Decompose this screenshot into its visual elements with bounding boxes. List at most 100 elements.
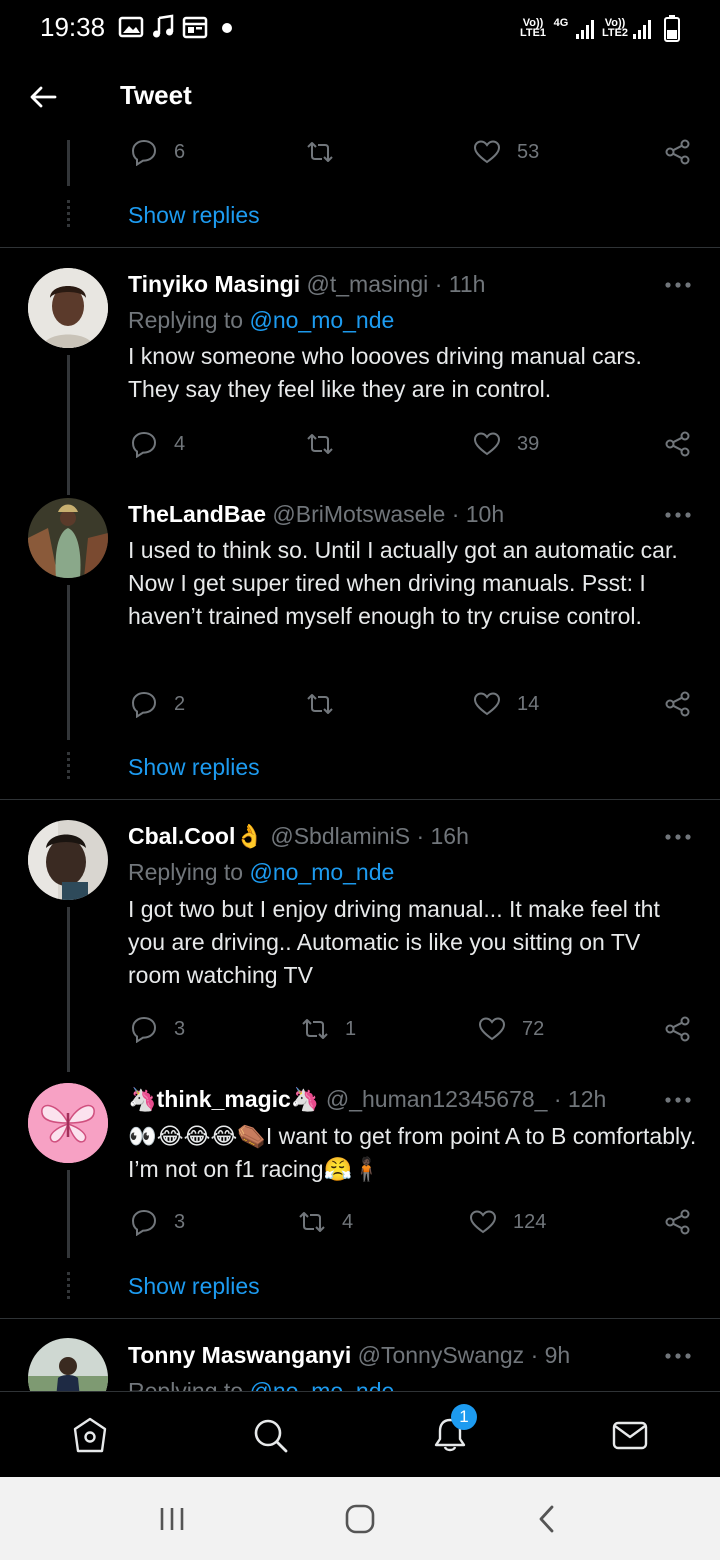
header	[0, 56, 720, 136]
like-count: 14	[517, 692, 540, 715]
mention-link[interactable]: @no_mo_nde	[249, 307, 394, 333]
reply-icon	[131, 691, 157, 718]
like-count: 72	[522, 1017, 545, 1040]
heart-icon	[473, 432, 501, 456]
tweet-header: 🦄think_magic🦄 @_human12345678_ · 12h	[128, 1086, 606, 1113]
thread-line	[67, 1170, 70, 1258]
reply-count: 6	[174, 140, 186, 163]
like-count: 39	[517, 432, 540, 455]
retweet-button[interactable]	[306, 689, 350, 719]
replying-to: Replying to @no_mo_nde	[128, 859, 394, 886]
author-name[interactable]: Tinyiko Masingi	[128, 271, 300, 297]
thread-line	[67, 140, 70, 186]
heart-icon	[478, 1017, 506, 1041]
thread-dots	[67, 200, 70, 230]
author-name[interactable]: Cbal.Cool👌	[128, 823, 264, 849]
reply-button[interactable]: 6	[130, 137, 185, 167]
divider	[0, 247, 720, 248]
author-handle[interactable]: @BriMotswasele	[272, 501, 445, 527]
author-name[interactable]: TheLandBae	[128, 501, 266, 527]
author-handle[interactable]: @_human12345678_	[326, 1086, 548, 1112]
like-button[interactable]: 39	[473, 429, 539, 459]
retweet-icon	[299, 1212, 325, 1232]
show-replies-link[interactable]: Show replies	[128, 202, 260, 229]
reply-button[interactable]: 3	[130, 1207, 185, 1237]
author-name[interactable]: Tonny Maswanganyi	[128, 1342, 351, 1368]
like-count: 124	[513, 1210, 547, 1233]
retweet-button[interactable]	[306, 429, 350, 459]
share-button[interactable]	[664, 689, 692, 719]
show-replies-link[interactable]: Show replies	[128, 754, 260, 781]
show-replies-link[interactable]: Show replies	[128, 1273, 260, 1300]
author-handle[interactable]: @SbdlaminiS	[270, 823, 410, 849]
retweet-button[interactable]: 1	[301, 1014, 356, 1044]
sim1-label: Vo)) LTE1	[519, 17, 547, 39]
reply-icon	[131, 1209, 157, 1236]
author-handle[interactable]: @TonnySwangz	[358, 1342, 525, 1368]
reply-button[interactable]: 4	[130, 429, 185, 459]
page-title: Tweet	[120, 80, 192, 110]
share-button[interactable]	[664, 429, 692, 459]
like-button[interactable]: 53	[473, 137, 539, 167]
messages-envelope-icon[interactable]	[611, 1416, 649, 1454]
reply-icon	[131, 1016, 157, 1043]
avatar[interactable]	[28, 1083, 108, 1163]
retweet-button[interactable]: 4	[298, 1207, 353, 1237]
share-icon	[665, 1016, 690, 1042]
tweet-text: I used to think so. Until I actually got…	[128, 537, 678, 629]
share-button[interactable]	[664, 1207, 692, 1237]
like-button[interactable]: 14	[473, 689, 539, 719]
more-options-icon[interactable]	[664, 1095, 692, 1105]
share-icon	[665, 431, 690, 457]
tweet-time: · 16h	[416, 823, 469, 849]
back-button-icon[interactable]	[532, 1503, 564, 1535]
more-options-icon[interactable]	[664, 1351, 692, 1361]
avatar-image	[28, 498, 108, 578]
reply-icon	[131, 139, 157, 166]
retweet-button[interactable]	[306, 137, 350, 167]
avatar[interactable]	[28, 498, 108, 578]
reply-button[interactable]: 3	[130, 1014, 185, 1044]
battery-icon	[664, 15, 680, 42]
thread-line	[67, 907, 70, 1072]
home-icon[interactable]	[71, 1416, 109, 1454]
tweet-text: I got two but I enjoy driving manual... …	[128, 896, 660, 988]
network-type-label: 4G	[553, 17, 569, 29]
tweet-text: 👀😂😂😂⚰️I want to get from point A to B co…	[128, 1123, 697, 1182]
heart-icon	[473, 692, 501, 716]
search-icon[interactable]	[251, 1416, 289, 1454]
back-arrow-icon[interactable]	[28, 82, 58, 112]
retweet-icon	[307, 434, 333, 454]
tweet-time: · 11h	[434, 271, 486, 297]
retweet-icon	[307, 142, 333, 162]
share-button[interactable]	[664, 137, 692, 167]
more-options-icon[interactable]	[664, 832, 692, 842]
avatar[interactable]	[28, 268, 108, 348]
author-name[interactable]: 🦄think_magic🦄	[128, 1086, 319, 1112]
reply-count: 3	[174, 1210, 186, 1233]
music-note-icon	[153, 14, 174, 38]
thread-dots	[67, 1272, 70, 1302]
like-button[interactable]: 124	[469, 1207, 546, 1237]
tweet-header: TheLandBae @BriMotswasele · 10h	[128, 501, 504, 528]
like-button[interactable]: 72	[478, 1014, 544, 1044]
reply-button[interactable]: 2	[130, 689, 185, 719]
share-button[interactable]	[664, 1014, 692, 1044]
thread-dots	[67, 752, 70, 782]
more-options-icon[interactable]	[664, 280, 692, 290]
recent-apps-icon[interactable]	[156, 1503, 188, 1535]
thread-line	[67, 585, 70, 740]
tweet-time: · 12h	[553, 1086, 607, 1112]
tweet-text: I know someone who loooves driving manua…	[128, 343, 642, 402]
notification-badge: 1	[451, 1404, 477, 1430]
tweet-header: Tonny Maswanganyi @TonnySwangz · 9h	[128, 1342, 570, 1369]
tweet-time: · 9h	[530, 1342, 571, 1368]
home-button-icon[interactable]	[344, 1503, 376, 1535]
avatar[interactable]	[28, 820, 108, 900]
butterfly-avatar-image	[28, 1083, 108, 1163]
replying-to-label: Replying to	[128, 307, 250, 333]
more-options-icon[interactable]	[664, 510, 692, 520]
mention-link[interactable]: @no_mo_nde	[249, 859, 394, 885]
signal-1-icon	[576, 20, 594, 39]
author-handle[interactable]: @t_masingi	[307, 271, 429, 297]
